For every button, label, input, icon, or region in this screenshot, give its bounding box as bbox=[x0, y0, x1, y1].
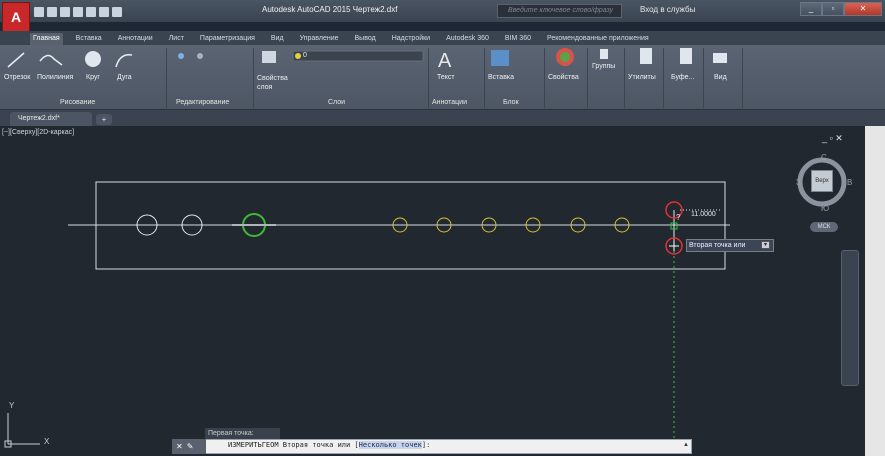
application-menu-button[interactable]: A bbox=[2, 2, 30, 32]
command-history-dropdown-icon[interactable]: ▲ bbox=[683, 442, 689, 448]
group-modify[interactable]: Редактирование bbox=[176, 99, 229, 106]
polyline-tool-icon bbox=[39, 54, 63, 66]
window-title: Autodesk AutoCAD 2015 Чертеж2.dxf bbox=[262, 5, 398, 14]
wrench-icon[interactable]: ✎ bbox=[187, 442, 194, 451]
tooltip-dropdown-icon[interactable]: ▾ bbox=[761, 241, 770, 249]
open-file-icon[interactable] bbox=[47, 6, 57, 17]
close-button[interactable]: ✕ bbox=[844, 2, 882, 16]
insert-tool-label[interactable]: Вставка bbox=[488, 74, 514, 81]
tab-annotate[interactable]: Аннотации bbox=[115, 33, 156, 45]
ribbon-tabs: Главная Вставка Аннотации Лист Параметри… bbox=[30, 33, 652, 45]
command-name: ИЗМЕРИТЬГЕОМ bbox=[228, 441, 279, 449]
sign-in-button[interactable]: Вход в службы bbox=[640, 5, 695, 14]
groups-tool-label[interactable]: Группы bbox=[592, 63, 615, 70]
command-prompt-suffix: ]: bbox=[421, 441, 431, 449]
layer-properties-label[interactable]: Свойства слоя bbox=[257, 74, 291, 92]
drawing-geometry: ? bbox=[4, 157, 847, 456]
text-tool-icon: A bbox=[438, 50, 452, 72]
ucs-y-label: Y bbox=[9, 401, 15, 410]
tab-view[interactable]: Вид bbox=[268, 33, 287, 45]
tab-home[interactable]: Главная bbox=[30, 33, 63, 45]
layer-properties-icon bbox=[262, 51, 276, 63]
view-tool-label[interactable]: Вид bbox=[714, 74, 727, 81]
wcs-menu[interactable]: МСК bbox=[810, 222, 838, 232]
tab-addins[interactable]: Надстройки bbox=[389, 33, 433, 45]
new-tab-button[interactable]: + bbox=[96, 114, 112, 125]
file-tab[interactable]: Чертеж2.dxf* bbox=[10, 112, 92, 126]
print-icon[interactable] bbox=[86, 6, 96, 17]
save-icon[interactable] bbox=[60, 6, 70, 17]
command-option-multiple-points[interactable]: Несколько точек bbox=[358, 441, 422, 449]
utilities-icon bbox=[640, 48, 652, 64]
circle-tool-icon bbox=[85, 51, 101, 67]
viewcube-top-face[interactable]: Верх bbox=[811, 170, 833, 192]
file-tab-bar bbox=[0, 110, 885, 126]
close-icon[interactable]: ✕ bbox=[176, 442, 183, 451]
clipboard-tool-label[interactable]: Буфе... bbox=[671, 74, 694, 81]
layer-current-value[interactable]: 0 bbox=[303, 52, 307, 59]
save-as-icon[interactable] bbox=[73, 6, 83, 17]
viewcube-east[interactable]: В bbox=[847, 178, 852, 187]
navigation-bar[interactable] bbox=[841, 250, 859, 386]
text-tool-label[interactable]: Текст bbox=[437, 74, 455, 81]
viewcube-west[interactable]: З bbox=[796, 178, 801, 187]
title-bar bbox=[0, 0, 885, 22]
viewcube-north[interactable]: С bbox=[821, 153, 827, 162]
tab-parametric[interactable]: Параметризация bbox=[197, 33, 258, 45]
quick-access-toolbar bbox=[34, 5, 122, 18]
command-history: Первая точка: bbox=[205, 428, 280, 439]
insert-block-icon bbox=[491, 50, 509, 66]
undo-icon[interactable] bbox=[99, 6, 109, 17]
window-buttons: _ ▫ ✕ bbox=[800, 2, 882, 16]
tab-output[interactable]: Вывод bbox=[352, 33, 379, 45]
arc-tool-icon bbox=[115, 54, 133, 68]
circle-tool-label[interactable]: Круг bbox=[86, 74, 100, 81]
command-line-controls: ✕ ✎ bbox=[172, 439, 206, 454]
tab-bim360[interactable]: BIM 360 bbox=[502, 33, 534, 45]
polyline-tool-label[interactable]: Полилиния bbox=[37, 74, 73, 81]
question-mark-icon: ? bbox=[676, 213, 681, 222]
dimension-value: 11.0000 bbox=[691, 211, 716, 218]
group-draw[interactable]: Рисование bbox=[60, 99, 95, 106]
clipboard-icon bbox=[680, 48, 692, 64]
line-tool-icon bbox=[7, 52, 25, 68]
move-icon bbox=[178, 53, 184, 59]
minimize-button[interactable]: _ bbox=[800, 2, 822, 16]
group-annotation[interactable]: Аннотации bbox=[432, 99, 467, 106]
properties-tool-label[interactable]: Свойства bbox=[548, 74, 579, 81]
tab-featured-apps[interactable]: Рекомендованные приложения bbox=[544, 33, 652, 45]
line-tool-label[interactable]: Отрезок bbox=[4, 74, 30, 81]
utilities-tool-label[interactable]: Утилиты bbox=[628, 74, 656, 81]
vertical-scrollbar[interactable] bbox=[865, 126, 885, 456]
new-file-icon[interactable] bbox=[34, 6, 44, 17]
ucs-x-label: X bbox=[44, 437, 50, 446]
tab-layout[interactable]: Лист bbox=[166, 33, 187, 45]
group-layers[interactable]: Слои bbox=[328, 99, 345, 106]
tab-insert[interactable]: Вставка bbox=[73, 33, 105, 45]
maximize-button[interactable]: ▫ bbox=[822, 2, 844, 16]
search-input[interactable]: Введите ключевое слово/фразу bbox=[497, 4, 622, 18]
view-icon bbox=[713, 53, 727, 63]
group-block[interactable]: Блок bbox=[503, 99, 519, 106]
redo-icon[interactable] bbox=[112, 6, 122, 17]
viewcube-south[interactable]: Ю bbox=[821, 204, 829, 213]
arc-tool-label[interactable]: Дуга bbox=[117, 74, 132, 81]
layer-dropdown bbox=[292, 50, 424, 62]
groups-icon bbox=[600, 49, 608, 59]
tab-autodesk360[interactable]: Autodesk 360 bbox=[443, 33, 492, 45]
command-prompt[interactable]: ИЗМЕРИТЬГЕОМ Вторая точка или [Несколько… bbox=[228, 441, 430, 449]
tab-manage[interactable]: Управление bbox=[297, 33, 342, 45]
rotate-icon bbox=[197, 53, 203, 59]
command-prompt-text: Вторая точка или [ bbox=[278, 441, 359, 449]
